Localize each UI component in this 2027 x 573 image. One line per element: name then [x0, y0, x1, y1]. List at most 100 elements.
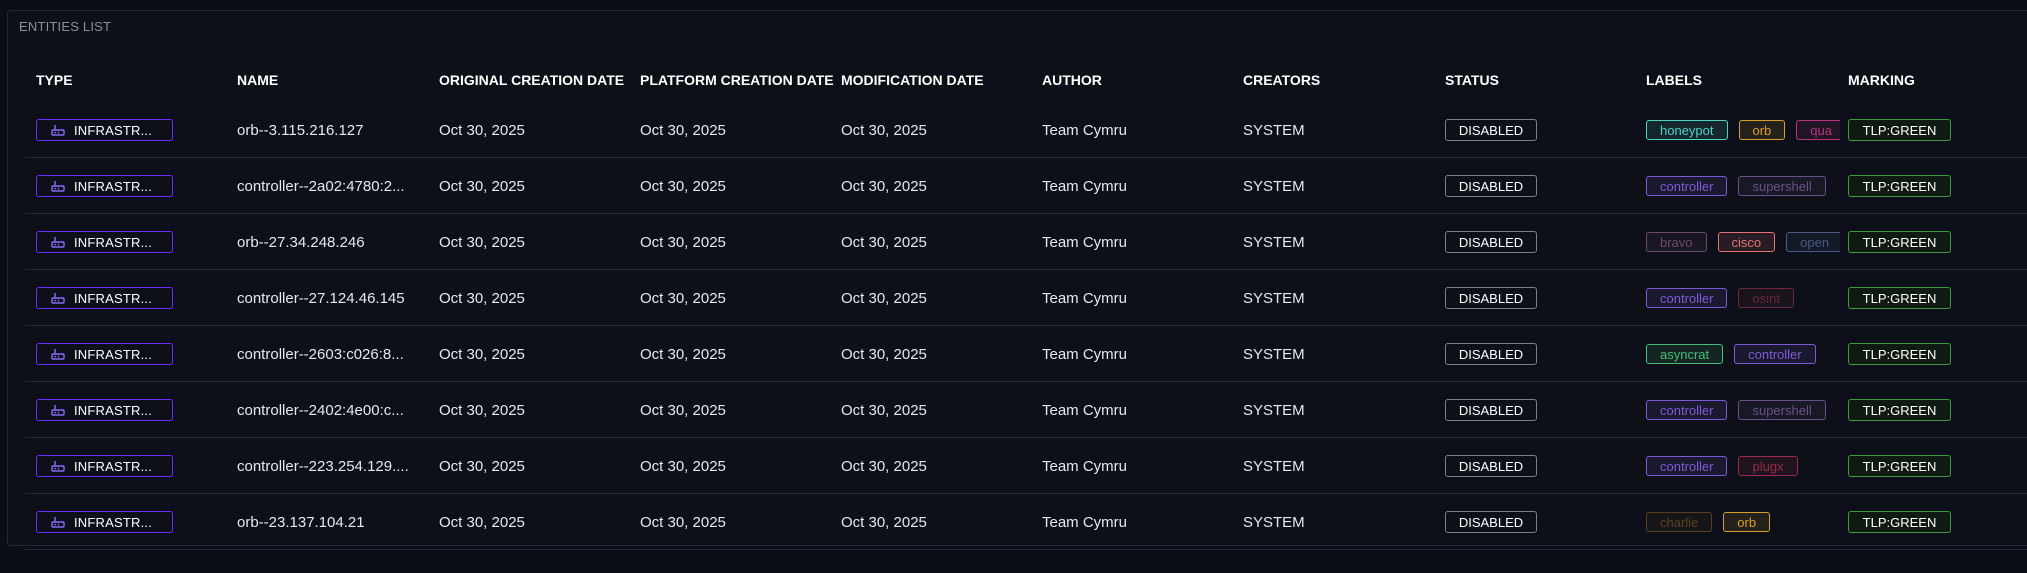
label-tag[interactable]: controller — [1646, 400, 1728, 420]
marking-cell: TLP:GREEN — [1848, 214, 1951, 270]
infrastructure-icon — [51, 461, 65, 472]
status-badge: DISABLED — [1445, 399, 1537, 421]
entity-type-chip: INFRASTR... — [36, 399, 173, 421]
name-cell[interactable]: orb--23.137.104.21 — [237, 494, 422, 550]
infrastructure-icon — [51, 517, 65, 528]
status-badge: DISABLED — [1445, 287, 1537, 309]
name-cell[interactable]: controller--223.254.129.... — [237, 438, 422, 494]
entity-type-chip: INFRASTR... — [36, 231, 173, 253]
name-cell[interactable]: controller--2a02:4780:2... — [237, 158, 422, 214]
column-header-labels[interactable]: LABELS — [1646, 72, 1702, 88]
platform-creation-date-cell: Oct 30, 2025 — [640, 513, 726, 531]
label-tag[interactable]: controller — [1646, 288, 1728, 308]
status-cell: DISABLED — [1445, 382, 1537, 438]
column-header-creators[interactable]: CREATORS — [1243, 72, 1320, 88]
author-cell: Team Cymru — [1042, 401, 1128, 419]
status-cell: DISABLED — [1445, 438, 1537, 494]
table-row[interactable]: INFRASTR... orb--23.137.104.21 Oct 30, 2… — [25, 494, 2027, 550]
entity-type-label: INFRASTR... — [74, 458, 153, 474]
table-row[interactable]: INFRASTR... orb--3.115.216.127 Oct 30, 2… — [25, 102, 2027, 158]
label-tag[interactable]: controller — [1734, 344, 1816, 364]
entities-panel: ENTITIES LIST TYPE NAME ORIGINAL CREATIO… — [7, 10, 2027, 550]
entity-type-label: INFRASTR... — [74, 290, 153, 306]
creators-cell: SYSTEM — [1243, 177, 1305, 195]
original-creation-date-cell: Oct 30, 2025 — [439, 457, 525, 475]
label-tag[interactable]: open — [1786, 232, 1840, 252]
creators-cell: SYSTEM — [1243, 345, 1305, 363]
label-tag[interactable]: plugx — [1738, 456, 1798, 476]
column-header-marking[interactable]: MARKING — [1848, 72, 1915, 88]
name-cell[interactable]: controller--2603:c026:8... — [237, 326, 422, 382]
label-tag[interactable]: cisco — [1717, 232, 1776, 252]
author-cell: Team Cymru — [1042, 345, 1128, 363]
original-creation-date-cell: Oct 30, 2025 — [439, 401, 525, 419]
marking-badge: TLP:GREEN — [1848, 231, 1951, 253]
entity-type-label: INFRASTR... — [74, 402, 153, 418]
entity-type-label: INFRASTR... — [74, 178, 153, 194]
column-header-author[interactable]: AUTHOR — [1042, 72, 1102, 88]
status-cell: DISABLED — [1445, 214, 1537, 270]
label-tag[interactable]: supershell — [1738, 176, 1826, 196]
creators-cell: SYSTEM — [1243, 401, 1305, 419]
labels-cell: controller plugx — [1646, 438, 1840, 494]
name-cell[interactable]: controller--2402:4e00:c... — [237, 382, 422, 438]
entity-type-chip: INFRASTR... — [36, 119, 173, 141]
panel-title: ENTITIES LIST — [19, 19, 112, 34]
author-cell: Team Cymru — [1042, 177, 1128, 195]
creators-cell: SYSTEM — [1243, 233, 1305, 251]
modification-date-cell: Oct 30, 2025 — [841, 289, 927, 307]
label-tag[interactable]: orb — [1723, 512, 1771, 532]
marking-cell: TLP:GREEN — [1848, 326, 1951, 382]
column-header-type[interactable]: TYPE — [36, 72, 73, 88]
marking-cell: TLP:GREEN — [1848, 494, 1951, 550]
label-tag[interactable]: qua — [1796, 120, 1840, 140]
table-row[interactable]: INFRASTR... controller--223.254.129.... … — [25, 438, 2027, 494]
modification-date-cell: Oct 30, 2025 — [841, 233, 927, 251]
type-cell: INFRASTR... — [36, 102, 173, 158]
status-badge: DISABLED — [1445, 175, 1537, 197]
original-creation-date-cell: Oct 30, 2025 — [439, 345, 525, 363]
type-cell: INFRASTR... — [36, 270, 173, 326]
marking-badge: TLP:GREEN — [1848, 511, 1951, 533]
infrastructure-icon — [51, 181, 65, 192]
label-tag[interactable]: asyncrat — [1646, 344, 1724, 364]
label-tag[interactable]: honeypot — [1646, 120, 1728, 140]
name-cell[interactable]: controller--27.124.46.145 — [237, 270, 422, 326]
type-cell: INFRASTR... — [36, 214, 173, 270]
platform-creation-date-cell: Oct 30, 2025 — [640, 401, 726, 419]
column-header-modification-date[interactable]: MODIFICATION DATE — [841, 72, 984, 88]
status-cell: DISABLED — [1445, 326, 1537, 382]
platform-creation-date-cell: Oct 30, 2025 — [640, 289, 726, 307]
label-tag[interactable]: orb — [1738, 120, 1786, 140]
label-tag[interactable]: controller — [1646, 456, 1728, 476]
author-cell: Team Cymru — [1042, 513, 1128, 531]
label-tag[interactable]: bravo — [1646, 232, 1707, 252]
marking-badge: TLP:GREEN — [1848, 343, 1951, 365]
label-tag[interactable]: charlie — [1646, 512, 1713, 532]
label-tag[interactable]: controller — [1646, 176, 1728, 196]
label-tag[interactable]: osint — [1738, 288, 1794, 308]
table-row[interactable]: INFRASTR... controller--27.124.46.145 Oc… — [25, 270, 2027, 326]
column-header-name[interactable]: NAME — [237, 72, 278, 88]
column-header-original-creation-date[interactable]: ORIGINAL CREATION DATE — [439, 72, 624, 88]
type-cell: INFRASTR... — [36, 158, 173, 214]
column-header-status[interactable]: STATUS — [1445, 72, 1499, 88]
author-cell: Team Cymru — [1042, 289, 1128, 307]
column-header-platform-creation-date[interactable]: PLATFORM CREATION DATE — [640, 72, 834, 88]
marking-badge: TLP:GREEN — [1848, 119, 1951, 141]
table-row[interactable]: INFRASTR... controller--2402:4e00:c... O… — [25, 382, 2027, 438]
original-creation-date-cell: Oct 30, 2025 — [439, 289, 525, 307]
author-cell: Team Cymru — [1042, 121, 1128, 139]
labels-cell: controller supershell — [1646, 382, 1840, 438]
table-row[interactable]: INFRASTR... orb--27.34.248.246 Oct 30, 2… — [25, 214, 2027, 270]
entity-type-label: INFRASTR... — [74, 514, 153, 530]
original-creation-date-cell: Oct 30, 2025 — [439, 513, 525, 531]
label-tag[interactable]: supershell — [1738, 400, 1826, 420]
table-row[interactable]: INFRASTR... controller--2a02:4780:2... O… — [25, 158, 2027, 214]
table-row[interactable]: INFRASTR... controller--2603:c026:8... O… — [25, 326, 2027, 382]
name-cell[interactable]: orb--3.115.216.127 — [237, 102, 422, 158]
labels-cell: honeypot orb qua — [1646, 102, 1840, 158]
name-cell[interactable]: orb--27.34.248.246 — [237, 214, 422, 270]
entity-type-chip: INFRASTR... — [36, 511, 173, 533]
marking-cell: TLP:GREEN — [1848, 438, 1951, 494]
